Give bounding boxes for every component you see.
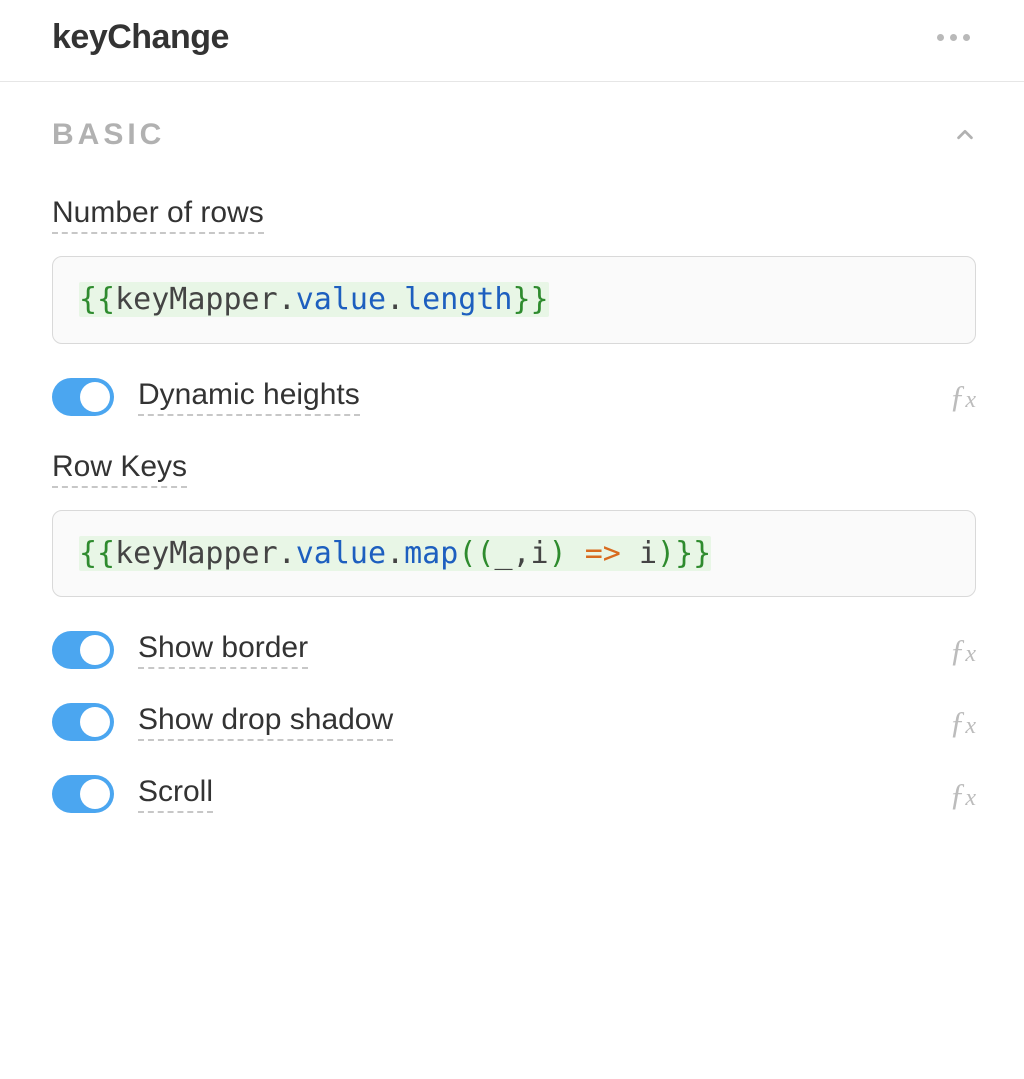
number-of-rows-input[interactable]: {{keyMapper.value.length}} <box>52 256 976 344</box>
show-drop-shadow-label: Show drop shadow <box>138 703 393 741</box>
scroll-row: Scroll ƒx <box>52 775 976 813</box>
brace-open: {{ <box>79 282 115 317</box>
show-border-toggle[interactable] <box>52 631 114 669</box>
code-token: value <box>296 536 386 571</box>
section-title: BASIC <box>52 118 165 152</box>
pane-title: keyChange <box>52 18 229 57</box>
code-token: . <box>278 282 296 317</box>
chevron-up-icon[interactable] <box>954 124 976 146</box>
pane-header: keyChange <box>0 0 1024 82</box>
code-token: . <box>278 536 296 571</box>
show-drop-shadow-row: Show drop shadow ƒx <box>52 703 976 741</box>
dynamic-heights-label: Dynamic heights <box>138 378 360 416</box>
code-token: ) <box>549 536 567 571</box>
brace-open: {{ <box>79 536 115 571</box>
basic-section: BASIC Number of rows {{keyMapper.value.l… <box>0 82 1024 813</box>
number-of-rows-label: Number of rows <box>52 196 264 234</box>
code-token: i <box>639 536 657 571</box>
section-header[interactable]: BASIC <box>52 118 976 152</box>
code-token: . <box>386 536 404 571</box>
show-border-row: Show border ƒx <box>52 631 976 669</box>
code-token: keyMapper <box>115 282 278 317</box>
number-of-rows-field: Number of rows {{keyMapper.value.length}… <box>52 196 976 344</box>
brace-close: }} <box>675 536 711 571</box>
code-token: _,i <box>494 536 548 571</box>
code-token: value <box>296 282 386 317</box>
show-border-label: Show border <box>138 631 308 669</box>
fx-button[interactable]: ƒx <box>949 378 976 415</box>
fx-button[interactable]: ƒx <box>949 776 976 813</box>
code-token: => <box>567 536 639 571</box>
code-token: . <box>386 282 404 317</box>
code-token: ) <box>657 536 675 571</box>
fx-button[interactable]: ƒx <box>949 704 976 741</box>
fx-button[interactable]: ƒx <box>949 632 976 669</box>
code-token: keyMapper <box>115 536 278 571</box>
brace-close: }} <box>513 282 549 317</box>
scroll-toggle[interactable] <box>52 775 114 813</box>
dynamic-heights-toggle[interactable] <box>52 378 114 416</box>
row-keys-label: Row Keys <box>52 450 187 488</box>
scroll-label: Scroll <box>138 775 213 813</box>
show-drop-shadow-toggle[interactable] <box>52 703 114 741</box>
row-keys-field: Row Keys {{keyMapper.value.map((_,i) => … <box>52 450 976 598</box>
code-token: map <box>404 536 458 571</box>
dynamic-heights-row: Dynamic heights ƒx <box>52 378 976 416</box>
row-keys-input[interactable]: {{keyMapper.value.map((_,i) => i)}} <box>52 510 976 598</box>
more-options-icon[interactable] <box>931 28 976 47</box>
code-token: length <box>404 282 512 317</box>
code-token: (( <box>458 536 494 571</box>
